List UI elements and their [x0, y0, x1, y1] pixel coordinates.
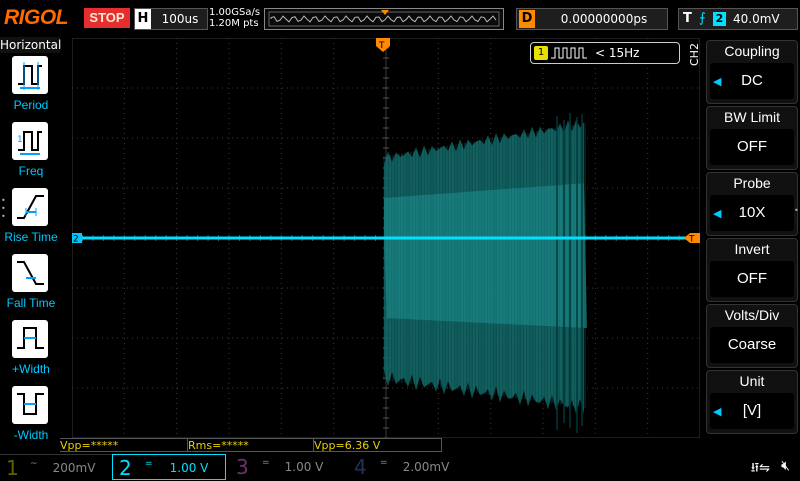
delay-value: 0.00000000ps [560, 12, 648, 26]
measure-frequency-label: Freq [18, 164, 44, 178]
counter-channel-badge: 1 [534, 46, 548, 60]
memory-depth: 1.20M pts [209, 18, 259, 29]
invert-button[interactable]: Invert OFF [706, 238, 798, 302]
trigger-position-label: T [378, 41, 385, 51]
coupling-button[interactable]: Coupling ◀ DC [706, 40, 798, 104]
ch2-number: 2 [119, 456, 132, 480]
negative-width-icon [12, 386, 48, 424]
volts-div-value: Coarse [727, 336, 777, 353]
top-status-bar: RIGOL STOP H 100us 1.00GSa/s 1.20M pts D… [0, 0, 800, 36]
ch1-scale: 200mV [52, 461, 96, 475]
ch4-scale: 2.00mV [402, 460, 450, 474]
volts-div-title: Volts/Div [724, 307, 780, 323]
svg-text:1: 1 [17, 135, 23, 145]
timebase-value: 100us [161, 12, 199, 26]
trigger-readout[interactable]: T ⨍ 2 40.0mV [678, 8, 798, 30]
measure-negative-width-button[interactable]: -Width [0, 386, 62, 452]
ch4-status[interactable]: 4 = 2.00mV [344, 454, 462, 480]
probe-value: 10X [738, 204, 766, 221]
ch1-status[interactable]: 1 ~ 200mV [0, 454, 112, 481]
waveform-grid: 2 T T [70, 37, 701, 439]
ch4-dc-coupling-icon: = [380, 458, 388, 468]
rising-edge-icon: ⨍ [699, 11, 706, 26]
ch1-number: 1 [6, 456, 19, 480]
ch3-number: 3 [236, 455, 249, 479]
channel-menu-tab: CH2 [688, 43, 701, 66]
measure-rise-time-button[interactable]: Rise Time [0, 188, 62, 254]
bw-limit-value: OFF [737, 138, 767, 155]
horizontal-label: H [135, 9, 151, 29]
probe-button[interactable]: Probe ◀ 10X [706, 172, 798, 236]
ch2-dc-coupling-icon: = [145, 459, 153, 469]
delay-label: D [519, 10, 535, 28]
measure-negative-width-label: -Width [13, 428, 49, 442]
trigger-level: 40.0mV [733, 12, 780, 26]
measure-period-button[interactable]: Period [0, 56, 62, 122]
memory-overview-strip[interactable] [264, 8, 504, 30]
bw-limit-button[interactable]: BW Limit OFF [706, 106, 798, 170]
horizontal-measure-menu: Horizontal Period 1 Freq Rise Time Fall … [0, 37, 62, 450]
trigger-source: 2 [713, 12, 726, 26]
measurement-2[interactable]: Rms=***** [188, 438, 314, 452]
measure-fall-time-button[interactable]: Fall Time [0, 254, 62, 320]
channel-status-bar: 1 ~ 200mV 2 = 1.00 V 3 = 1.00 V 4 = 2.00… [0, 454, 800, 480]
memory-overview-waveform [268, 10, 500, 27]
sample-rate: 1.00GSa/s [209, 7, 261, 18]
ch3-dc-coupling-icon: = [262, 458, 270, 468]
frequency-icon: 1 [12, 122, 48, 160]
brand-logo: RIGOL [4, 6, 69, 29]
measure-fall-time-label: Fall Time [6, 296, 56, 310]
frequency-counter[interactable]: 1 < 15Hz [530, 42, 680, 64]
ch3-status[interactable]: 3 = 1.00 V [226, 454, 344, 480]
measure-frequency-button[interactable]: 1 Freq [0, 122, 62, 188]
trigger-label: T [683, 11, 692, 26]
ch3-scale: 1.00 V [284, 460, 324, 474]
page-indicator-dots: • • • [1, 196, 6, 221]
trigger-level-label: T [688, 235, 695, 245]
square-wave-icon [551, 47, 587, 59]
fall-time-icon [12, 254, 48, 292]
usb-icon: ⭿⇋ [750, 461, 770, 476]
measurement-3[interactable]: Vpp=6.36 V [314, 438, 442, 452]
coupling-title: Coupling [724, 43, 780, 59]
waveform-display[interactable]: 2 T T 1 < 15Hz [70, 37, 701, 439]
bw-limit-title: BW Limit [724, 109, 780, 125]
acquisition-info: 1.00GSa/s 1.20M pts [209, 7, 260, 29]
measurement-1[interactable]: Vpp=***** [60, 438, 188, 452]
invert-title: Invert [734, 241, 770, 257]
unit-title: Unit [739, 373, 765, 389]
delay-readout[interactable]: D 0.00000000ps [516, 8, 668, 30]
invert-value: OFF [737, 270, 767, 287]
rise-time-icon [12, 188, 48, 226]
ch4-number: 4 [354, 455, 367, 479]
ch2-marker-label: 2 [73, 235, 79, 245]
probe-title: Probe [733, 175, 771, 191]
menu-title: Horizontal [0, 37, 62, 53]
ch2-scale: 1.00 V [169, 461, 209, 475]
coupling-value: DC [741, 72, 763, 89]
right-page-dot: • [794, 206, 799, 215]
horizontal-timebase[interactable]: H 100us [134, 8, 208, 30]
channel-settings-menu: Coupling ◀ DC BW Limit OFF Probe ◀ 10X Inv… [706, 37, 800, 450]
period-icon [12, 56, 48, 94]
measure-period-label: Period [13, 98, 49, 112]
speaker-muted-icon[interactable]: 🔇︎ [781, 458, 790, 474]
run-stop-indicator[interactable]: STOP [84, 8, 130, 28]
measure-positive-width-button[interactable]: +Width [0, 320, 62, 386]
ch1-ac-coupling-icon: ~ [30, 459, 38, 469]
volts-div-button[interactable]: Volts/Div Coarse [706, 304, 798, 368]
unit-value: [V] [742, 402, 762, 419]
ch2-status[interactable]: 2 = 1.00 V [112, 454, 226, 480]
positive-width-icon [12, 320, 48, 358]
counter-value: < 15Hz [595, 46, 640, 60]
measure-rise-time-label: Rise Time [4, 230, 58, 244]
measure-positive-width-label: +Width [12, 362, 50, 376]
unit-button[interactable]: Unit ◀ [V] [706, 370, 798, 434]
